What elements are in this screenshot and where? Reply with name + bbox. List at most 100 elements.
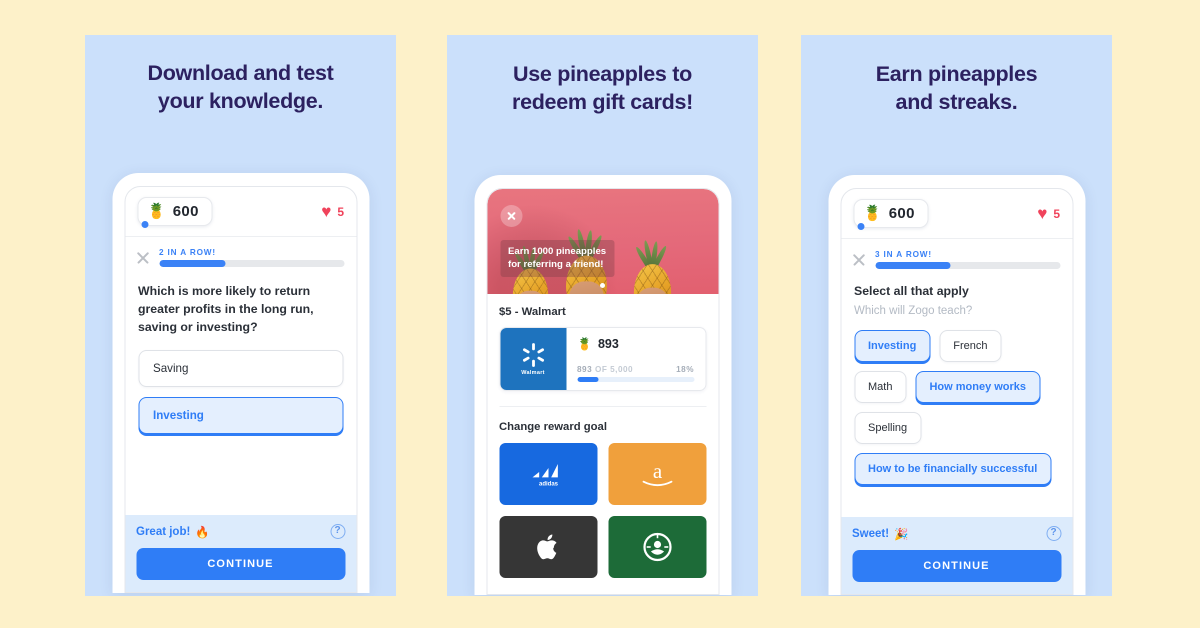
feedback-text: Sweet!: [852, 527, 890, 540]
reward-amount: 893: [597, 337, 619, 351]
svg-text:a: a: [652, 459, 662, 483]
app-screen: 🍍 600 ♥ 5 3 IN A ROW! Select all that ap…: [840, 188, 1073, 595]
banner-close-icon[interactable]: [500, 205, 522, 227]
promo-panel-earn: Earn pineapples and streaks. 🍍 600 ♥ 5 3…: [801, 35, 1112, 596]
reward-amount-row: 🍍 893: [577, 337, 694, 351]
chip-financially-successful[interactable]: How to be financially successful: [854, 453, 1052, 485]
pineapple-icon: 🍍: [577, 337, 592, 351]
chip-spelling[interactable]: Spelling: [854, 412, 922, 444]
phone-mockup: Earn 1000 pineapples for referring a fri…: [474, 175, 731, 595]
reward-goal-title: $5 - Walmart: [499, 306, 566, 318]
carousel-dot-icon[interactable]: [600, 283, 605, 288]
close-icon[interactable]: [851, 252, 866, 267]
answer-option-investing[interactable]: Investing: [138, 396, 343, 434]
notification-dot-icon: [141, 221, 148, 228]
streak-row: 3 IN A ROW!: [841, 239, 1072, 278]
progress-text: 893 OF 5,000: [577, 365, 633, 374]
pineapple-icon: 🍍: [863, 205, 882, 222]
lives-indicator[interactable]: ♥ 5: [321, 203, 344, 220]
fire-emoji-icon: 🔥: [195, 526, 210, 539]
lives-count: 5: [337, 204, 344, 219]
streak-label: 3 IN A ROW!: [875, 250, 932, 259]
help-icon[interactable]: ?: [1046, 526, 1061, 541]
progress-percent-label: 18%: [676, 365, 694, 374]
continue-button[interactable]: CONTINUE: [852, 550, 1061, 582]
walmart-wordmark: Walmart: [521, 370, 545, 376]
answer-option-saving[interactable]: Saving: [138, 349, 343, 387]
walmart-logo-icon: Walmart: [500, 328, 566, 390]
reward-goal-info: 🍍 893 893 OF 5,000 18%: [566, 328, 705, 390]
promo-panel-download: Download and test your knowledge. 🍍 600 …: [85, 35, 396, 596]
referral-banner[interactable]: Earn 1000 pineapples for referring a fri…: [487, 189, 718, 294]
progress-of-label: OF: [594, 365, 608, 374]
prompt-subtitle: Which will Zogo teach?: [854, 305, 973, 317]
change-reward-goal-label: Change reward goal: [499, 421, 607, 433]
chip-french[interactable]: French: [939, 330, 1002, 362]
question-body: Which is more likely to return greater p…: [125, 276, 356, 515]
footer-top: Sweet! 🎉 ?: [852, 526, 1061, 541]
brand-card-adidas[interactable]: adidas: [499, 443, 597, 505]
panel-title: Earn pineapples and streaks.: [875, 62, 1038, 114]
progress-fill: [875, 262, 951, 269]
streak-label: 2 IN A ROW!: [159, 248, 216, 257]
reward-progress-meta: 893 OF 5,000 18%: [577, 365, 694, 374]
continue-button[interactable]: CONTINUE: [136, 548, 345, 580]
progress-fill: [159, 260, 226, 267]
streak-progress: 2 IN A ROW!: [159, 248, 344, 267]
feedback-message: Sweet! 🎉: [852, 527, 908, 541]
footer-top: Great job! 🔥 ?: [136, 524, 345, 539]
help-icon[interactable]: ?: [330, 524, 345, 539]
reward-progress-track: [577, 377, 694, 382]
chip-math[interactable]: Math: [854, 371, 907, 403]
screenshot-stage: Download and test your knowledge. 🍍 600 …: [0, 0, 1200, 628]
pineapple-count: 600: [172, 203, 199, 220]
progress-track: [875, 262, 1060, 269]
brand-card-apple[interactable]: [499, 516, 597, 578]
close-icon[interactable]: [135, 250, 150, 265]
pineapple-balance-pill[interactable]: 🍍 600: [853, 199, 929, 230]
answer-footer: Sweet! 🎉 ? CONTINUE: [841, 517, 1072, 594]
app-screen: 🍍 600 ♥ 5 2 IN A ROW! Which is more like…: [124, 186, 357, 593]
reward-goal-card[interactable]: Walmart 🍍 893 893 OF 5,000 18%: [499, 327, 706, 391]
notification-dot-icon: [857, 223, 864, 230]
panel-title: Download and test your knowledge.: [147, 61, 334, 113]
chip-investing[interactable]: Investing: [854, 330, 931, 362]
feedback-message: Great job! 🔥: [136, 525, 210, 539]
feedback-text: Great job!: [136, 525, 191, 538]
heart-icon: ♥: [1037, 204, 1048, 223]
streak-progress: 3 IN A ROW!: [875, 250, 1060, 269]
progress-track: [159, 260, 344, 267]
panel-title: Use pineapples to redeem gift cards!: [512, 62, 693, 114]
banner-caption: Earn 1000 pineapples for referring a fri…: [500, 239, 615, 277]
pineapple-photo-icon: [626, 227, 679, 294]
rewards-body: $5 - Walmart Walmart 🍍 893 893 OF 5,000 …: [487, 294, 718, 594]
app-screen: Earn 1000 pineapples for referring a fri…: [486, 188, 719, 595]
brand-card-starbucks[interactable]: [608, 516, 706, 578]
brand-card-grid: adidas a: [499, 443, 706, 578]
pineapple-count: 600: [888, 205, 915, 222]
answer-footer: Great job! 🔥 ? CONTINUE: [125, 515, 356, 592]
question-body: Select all that apply Which will Zogo te…: [841, 278, 1072, 501]
question-text: Which is more likely to return greater p…: [138, 284, 314, 335]
chip-group: Investing French Math How money works Sp…: [854, 330, 1059, 485]
divider: [499, 406, 706, 407]
lives-count: 5: [1053, 206, 1060, 221]
app-header: 🍍 600 ♥ 5: [125, 187, 356, 237]
reward-progress-fill: [577, 377, 599, 382]
pineapple-icon: 🍍: [147, 203, 166, 220]
phone-mockup: 🍍 600 ♥ 5 3 IN A ROW! Select all that ap…: [828, 175, 1085, 595]
phone-mockup: 🍍 600 ♥ 5 2 IN A ROW! Which is more like…: [112, 173, 369, 593]
progress-current: 893: [577, 365, 593, 374]
chip-how-money-works[interactable]: How money works: [915, 371, 1041, 403]
pineapple-balance-pill[interactable]: 🍍 600: [137, 197, 213, 228]
heart-icon: ♥: [321, 202, 332, 221]
prompt-title: Select all that apply: [854, 284, 969, 298]
party-emoji-icon: 🎉: [894, 528, 909, 541]
brand-card-amazon[interactable]: a: [608, 443, 706, 505]
promo-panel-redeem: Use pineapples to redeem gift cards! Ear…: [447, 35, 758, 596]
progress-total: 5,000: [610, 365, 634, 374]
lives-indicator[interactable]: ♥ 5: [1037, 205, 1060, 222]
streak-row: 2 IN A ROW!: [125, 237, 356, 276]
svg-text:adidas: adidas: [538, 481, 558, 487]
